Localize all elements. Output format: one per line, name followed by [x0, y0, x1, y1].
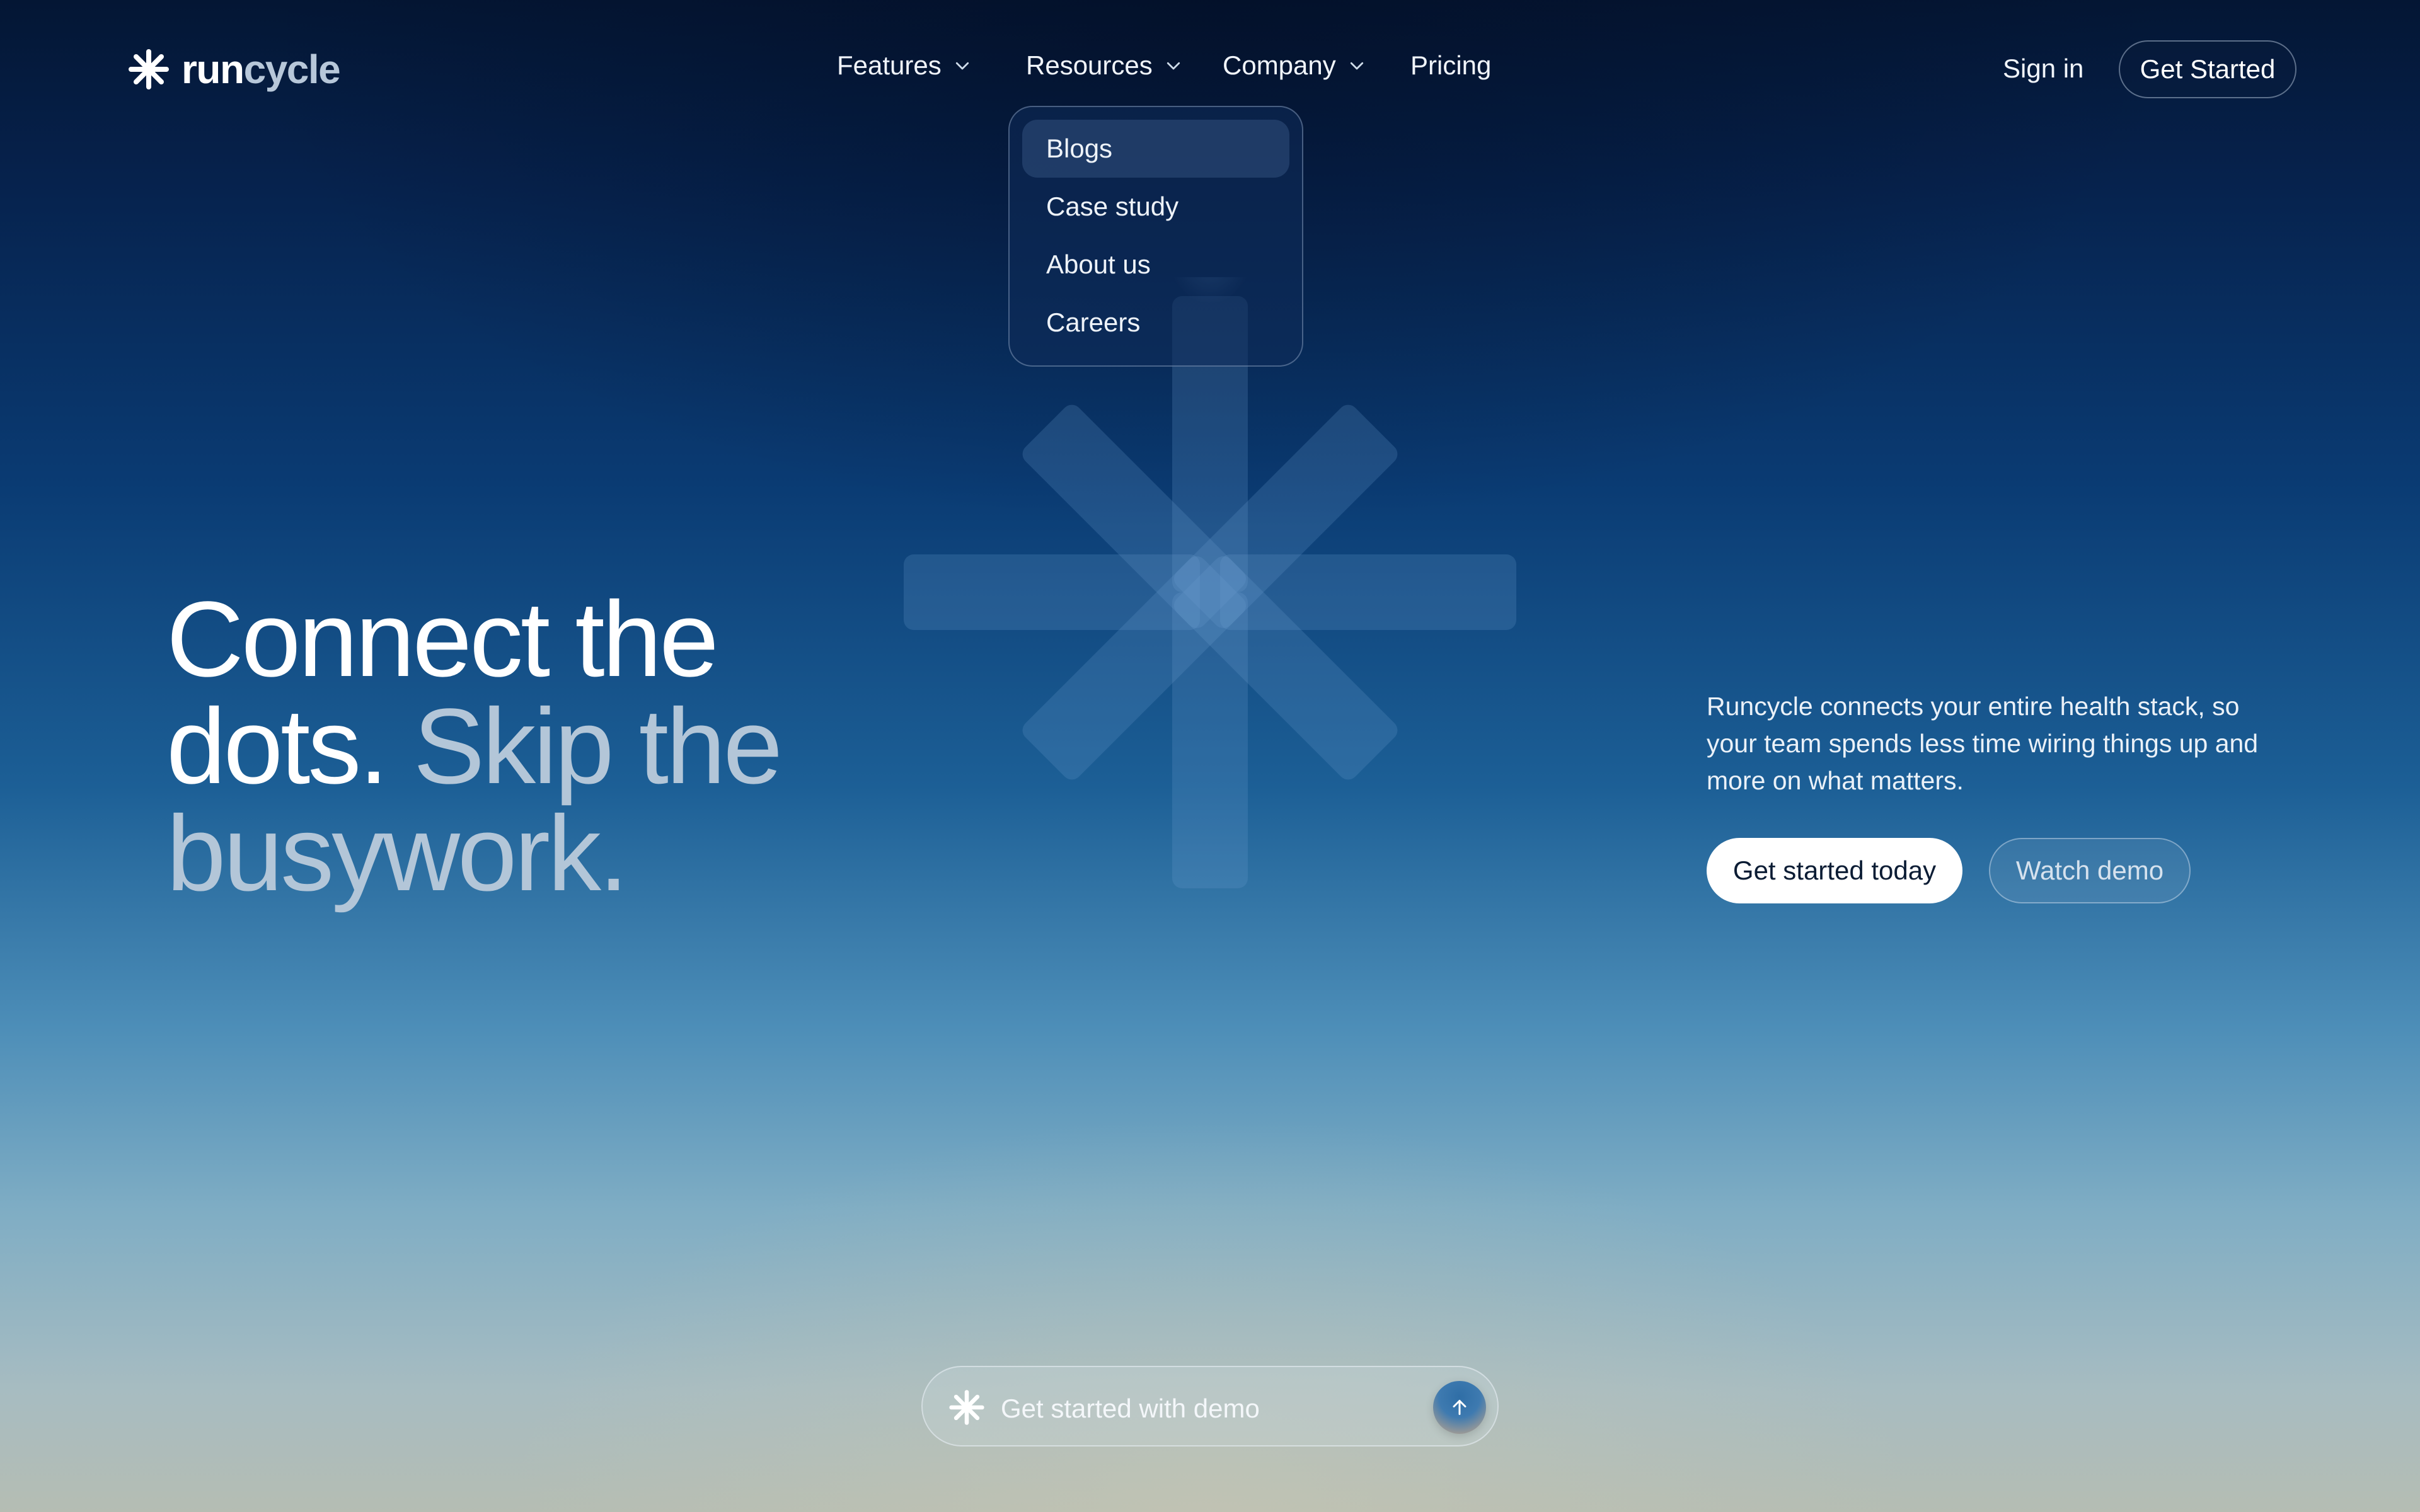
- nav-features-label: Features: [837, 50, 942, 80]
- hero-description: Runcycle connects your entire health sta…: [1707, 692, 2259, 795]
- chevron-down-icon: [1350, 62, 1363, 70]
- headline-skip-the: Skip the: [413, 687, 783, 806]
- nav-resources-label: Resources: [1026, 50, 1153, 80]
- chevron-down-icon: [1167, 62, 1180, 70]
- dropdown-item-blogs[interactable]: Blogs: [1022, 120, 1289, 178]
- sign-in-link[interactable]: Sign in: [2003, 54, 2083, 84]
- get-started-today-button[interactable]: Get started today: [1707, 838, 1962, 903]
- nav-company-label: Company: [1223, 50, 1336, 80]
- get-started-button[interactable]: Get Started: [2119, 40, 2296, 98]
- dropdown-item-careers[interactable]: Careers: [1022, 294, 1289, 352]
- watch-demo-button[interactable]: Watch demo: [1989, 838, 2191, 903]
- brand-wordmark-cycle: cycle: [243, 47, 341, 92]
- demo-prompt-placeholder[interactable]: Get started with demo: [1001, 1394, 1260, 1424]
- demo-prompt-bar[interactable]: Get started with demo: [921, 1366, 1499, 1446]
- background-asterisk-icon: [904, 277, 1516, 888]
- chevron-down-icon: [955, 62, 969, 70]
- nav-pricing[interactable]: Pricing: [1410, 50, 1491, 81]
- brand-wordmark-run: run: [182, 47, 245, 92]
- brand-wordmark: runcycle: [182, 47, 341, 92]
- nav-pricing-label: Pricing: [1410, 50, 1492, 80]
- headline-line-2: dots. Skip the: [166, 693, 986, 800]
- nav-company[interactable]: Company: [1223, 50, 1410, 81]
- headline-line-3: busywork.: [166, 794, 628, 914]
- arrow-up-icon: [1453, 1400, 1466, 1415]
- nav-resources[interactable]: Resources: [1026, 50, 1223, 81]
- resources-dropdown: Blogs Case study About us Careers: [1008, 106, 1303, 367]
- headline-dots: dots.: [166, 687, 389, 806]
- asterisk-logo-icon: [129, 49, 169, 89]
- brand-logo[interactable]: runcycle: [129, 47, 341, 92]
- hero-headline: Connect the dots. Skip the busywork.: [166, 586, 986, 907]
- asterisk-logo-icon: [949, 1390, 984, 1425]
- send-button[interactable]: [1433, 1381, 1486, 1434]
- dropdown-item-about-us[interactable]: About us: [1022, 236, 1289, 294]
- nav-features[interactable]: Features: [837, 50, 1026, 81]
- dropdown-item-case-study[interactable]: Case study: [1022, 178, 1289, 236]
- main-nav: Features Resources Company Pricing: [837, 50, 1491, 81]
- headline-line-1: Connect the: [166, 580, 719, 699]
